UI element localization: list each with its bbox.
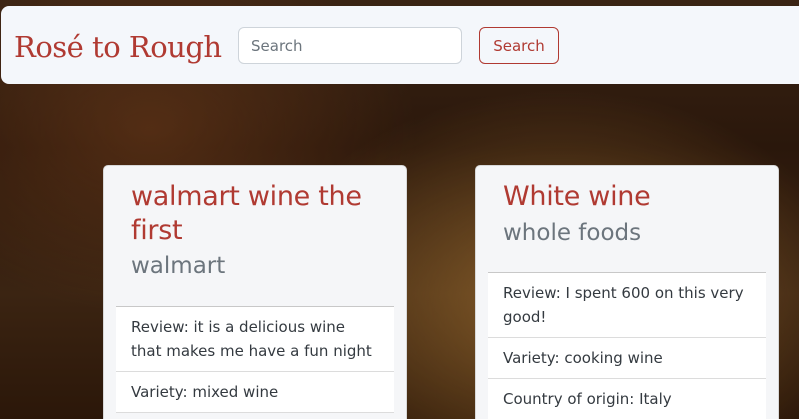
wine-variety: Variety: cooking wine	[488, 338, 766, 379]
wine-title: walmart wine the first	[131, 181, 362, 246]
wine-card: walmart wine the first walmart Review: i…	[103, 165, 407, 419]
wine-variety: Variety: mixed wine	[116, 372, 394, 413]
wine-store: whole foods	[503, 220, 642, 246]
search-button[interactable]: Search	[479, 27, 559, 64]
brand-logo[interactable]: Rosé to Rough	[14, 30, 222, 64]
search-input[interactable]	[238, 27, 462, 64]
wine-store: walmart	[131, 253, 226, 279]
wine-review: Review: it is a delicious wine that make…	[116, 307, 394, 372]
wine-details-list: Review: it is a delicious wine that make…	[116, 306, 394, 413]
wine-review: Review: I spent 600 on this very good!	[488, 273, 766, 338]
wine-card: White wine whole foods Review: I spent 6…	[475, 165, 779, 419]
navbar: Rosé to Rough Search	[1, 6, 799, 84]
wine-title: White wine	[503, 181, 651, 212]
wine-details-list: Review: I spent 600 on this very good! V…	[488, 272, 766, 419]
wine-origin: Country of origin: Italy	[488, 379, 766, 419]
